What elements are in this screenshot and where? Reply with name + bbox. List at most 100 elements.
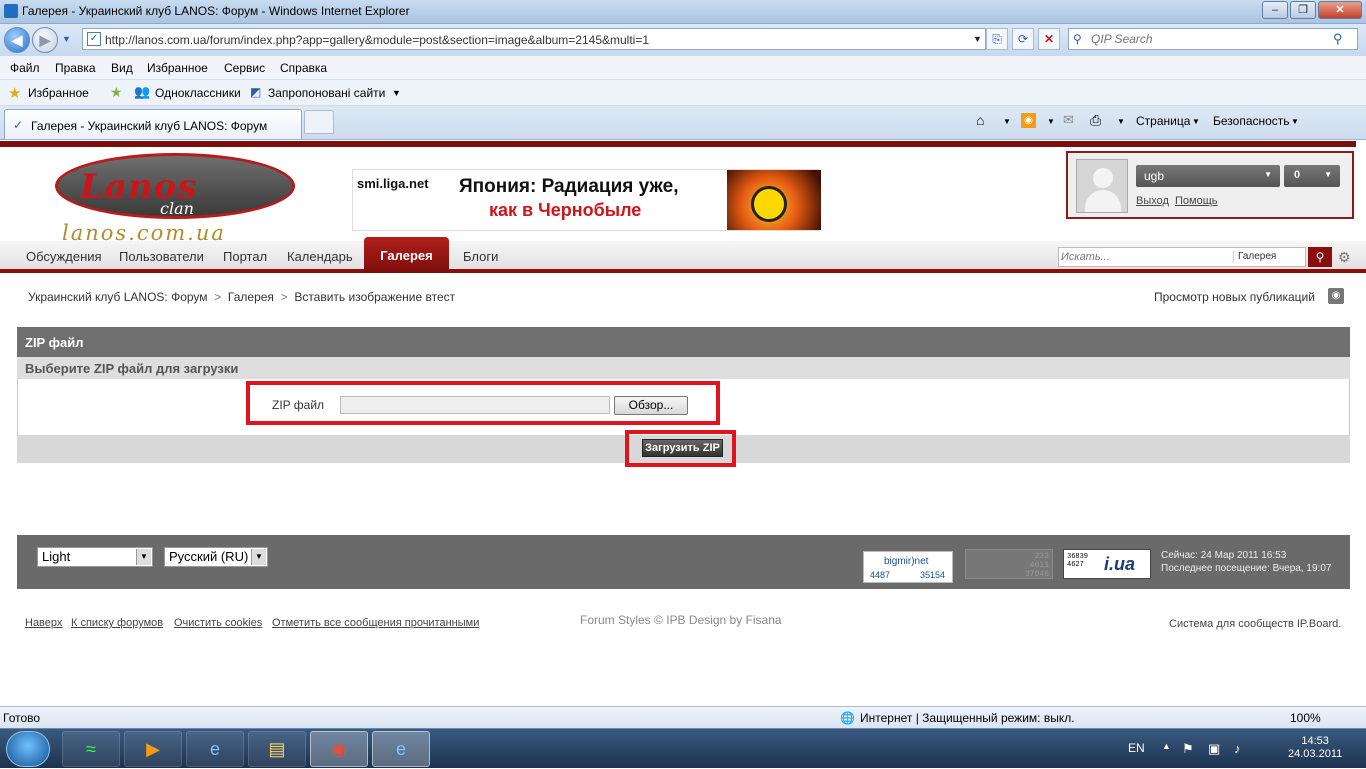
- fav-odnoklassniki[interactable]: Одноклассники: [155, 86, 241, 100]
- history-dropdown-icon[interactable]: ▼: [62, 34, 71, 44]
- menu-file[interactable]: Файл: [10, 61, 40, 75]
- main-nav: Обсуждения Пользователи Портал Календарь…: [0, 237, 1366, 273]
- menu-edit[interactable]: Правка: [55, 61, 96, 75]
- time-info: Сейчас: 24 Мар 2011 16:53 Последнее посе…: [1161, 549, 1331, 575]
- security-menu[interactable]: Безопасность: [1213, 114, 1290, 128]
- rss-icon[interactable]: ◉: [1328, 288, 1344, 304]
- window-title: Галерея - Украинский клуб LANOS: Форум -…: [22, 4, 410, 18]
- stop-icon[interactable]: ✕: [1038, 28, 1060, 50]
- menu-help[interactable]: Справка: [280, 61, 327, 75]
- qip-search-box[interactable]: ⚲ ⚲: [1068, 28, 1358, 50]
- upload-zip-button[interactable]: Загрузить ZIP: [642, 439, 723, 457]
- bigmir-counter[interactable]: bigmir)net 4487 35154: [863, 551, 953, 583]
- qip-search-input[interactable]: [1091, 31, 1331, 47]
- nav-gallery-active[interactable]: Галерея: [364, 237, 449, 273]
- tab-favicon: ✓: [13, 118, 24, 132]
- rss-feed-icon[interactable]: ◉: [1021, 113, 1036, 128]
- refresh-icon[interactable]: ⟳: [1012, 28, 1034, 50]
- maximize-button[interactable]: ❐: [1290, 1, 1316, 19]
- nav-discussions[interactable]: Обсуждения: [26, 249, 102, 264]
- nav-calendar[interactable]: Календарь: [287, 249, 353, 264]
- menu-favorites[interactable]: Избранное: [147, 61, 208, 75]
- menu-view[interactable]: Вид: [111, 61, 133, 75]
- back-button[interactable]: ◀: [4, 27, 30, 53]
- tray-expand-icon[interactable]: ▲: [1162, 741, 1171, 751]
- address-dropdown-icon[interactable]: ▼: [973, 34, 982, 44]
- footer-link-clear-cookies[interactable]: Очистить cookies: [174, 617, 262, 629]
- internet-explorer-icon[interactable]: e: [186, 731, 244, 767]
- security-dropdown-icon[interactable]: ▼: [1291, 117, 1299, 126]
- avatar[interactable]: [1076, 159, 1128, 213]
- gear-icon[interactable]: ⚙: [1338, 249, 1351, 266]
- home-dropdown-icon[interactable]: ▼: [1003, 117, 1011, 126]
- mail-icon[interactable]: ✉: [1063, 112, 1074, 128]
- forward-button[interactable]: ▶: [32, 27, 58, 53]
- taskbar-app-icon[interactable]: ≈: [62, 731, 120, 767]
- fav-suggested-sites[interactable]: Запропоновані сайти: [268, 86, 385, 100]
- help-link[interactable]: Помощь: [1175, 195, 1218, 207]
- footer-link-mark-read[interactable]: Отметить все сообщения прочитанными: [272, 617, 479, 629]
- ad-banner[interactable]: smi.liga.net Япония: Радиация уже, как в…: [352, 169, 821, 231]
- address-url[interactable]: http://lanos.com.ua/forum/index.php?app=…: [105, 33, 649, 47]
- internet-explorer-active-icon[interactable]: e: [372, 731, 430, 767]
- language-select[interactable]: Русский (RU) ▼: [164, 547, 268, 567]
- notifications-menu[interactable]: 0 ▼: [1284, 165, 1340, 187]
- minimize-button[interactable]: –: [1262, 1, 1288, 19]
- user-menu[interactable]: ugb ▼: [1136, 165, 1280, 187]
- browse-button[interactable]: Обзор...: [614, 396, 688, 415]
- page-dropdown-icon[interactable]: ▼: [1192, 117, 1200, 126]
- address-bar[interactable]: ✓ http://lanos.com.ua/forum/index.php?ap…: [82, 28, 986, 50]
- breadcrumb-forum[interactable]: Украинский клуб LANOS: Форум: [28, 290, 208, 304]
- skin-select[interactable]: Light ▼: [37, 547, 153, 567]
- add-favorite-icon[interactable]: ★: [110, 84, 123, 101]
- browser-tab-active[interactable]: ✓ Галерея - Украинский клуб LANOS: Форум: [4, 109, 302, 139]
- chrome-icon[interactable]: ◉: [310, 731, 368, 767]
- stats-counter[interactable]: 233 4611 37046: [965, 549, 1053, 579]
- nav-portal[interactable]: Портал: [223, 249, 267, 264]
- breadcrumb-gallery[interactable]: Галерея: [228, 290, 274, 304]
- new-posts-link[interactable]: Просмотр новых публикаций: [1154, 290, 1315, 304]
- nav-blogs[interactable]: Блоги: [463, 249, 498, 264]
- logout-link[interactable]: Выход: [1136, 195, 1169, 207]
- breadcrumb-current[interactable]: Вставить изображение втест: [294, 290, 455, 304]
- zoom-level[interactable]: 100%: [1290, 711, 1321, 725]
- action-center-icon[interactable]: ⚑: [1182, 741, 1194, 757]
- rss-dropdown-icon[interactable]: ▼: [1047, 117, 1055, 126]
- search-icon[interactable]: ⚲: [1333, 31, 1343, 47]
- home-icon[interactable]: ⌂: [976, 112, 984, 128]
- menu-tools[interactable]: Сервис: [224, 61, 265, 75]
- forum-styles-credit[interactable]: Forum Styles © IPB Design by Fisana: [580, 613, 782, 627]
- site-search[interactable]: Галерея: [1058, 247, 1306, 267]
- start-button[interactable]: [6, 731, 50, 767]
- breadcrumb-separator: >: [277, 290, 291, 304]
- nav-users[interactable]: Пользователи: [119, 249, 204, 264]
- search-scope[interactable]: Галерея: [1233, 251, 1276, 262]
- chevron-down-icon: ▼: [136, 549, 151, 565]
- footer-link-top[interactable]: Наверх: [25, 617, 62, 629]
- print-dropdown-icon[interactable]: ▼: [1117, 117, 1125, 126]
- compat-view-icon[interactable]: ⎘: [986, 28, 1008, 50]
- iua-value: 4627: [1067, 561, 1084, 569]
- banner-source: smi.liga.net: [357, 176, 429, 191]
- favorites-button[interactable]: Избранное: [28, 86, 89, 100]
- chevron-down-icon[interactable]: ▼: [392, 88, 401, 98]
- folder-icon[interactable]: ▤: [248, 731, 306, 767]
- footer-link-forums[interactable]: К списку форумов: [71, 617, 163, 629]
- close-window-button[interactable]: ✕: [1318, 1, 1362, 19]
- bigmir-value-a: 4487: [870, 570, 891, 580]
- page-menu[interactable]: Страница: [1136, 114, 1190, 128]
- volume-icon[interactable]: ♪: [1234, 741, 1241, 756]
- print-icon[interactable]: ⎙: [1090, 112, 1101, 129]
- new-tab-button[interactable]: [304, 110, 334, 134]
- security-zone[interactable]: Интернет | Защищенный режим: выкл.: [860, 711, 1075, 725]
- zip-file-input[interactable]: [340, 396, 610, 414]
- site-search-input[interactable]: [1061, 250, 1231, 264]
- powered-by[interactable]: Система для сообществ IP.Board.: [1169, 618, 1341, 630]
- network-icon[interactable]: ▣: [1208, 741, 1220, 757]
- search-button[interactable]: ⚲: [1308, 247, 1332, 267]
- media-player-icon[interactable]: ▶: [124, 731, 182, 767]
- iua-value: 36839: [1067, 553, 1089, 561]
- iua-counter[interactable]: 36839 4627 i.ua: [1063, 549, 1151, 579]
- clock[interactable]: 14:53 24.03.2011: [1288, 735, 1342, 761]
- language-indicator[interactable]: EN: [1128, 741, 1145, 755]
